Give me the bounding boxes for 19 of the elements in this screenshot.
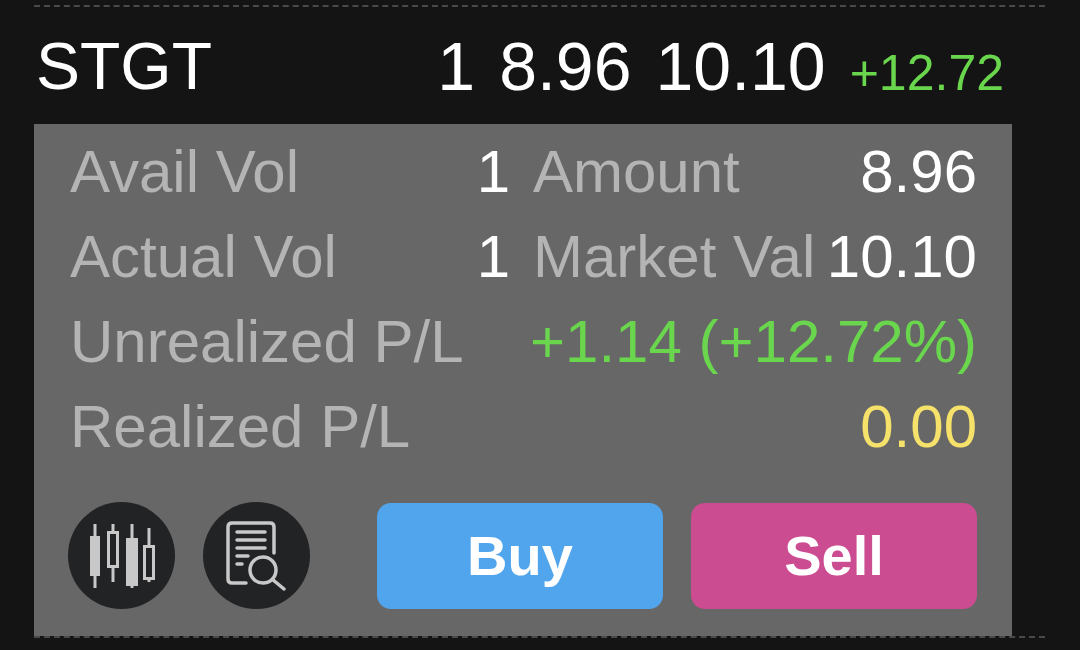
change-percent: +12.72: [849, 47, 1004, 98]
market-price: 10.10: [655, 31, 826, 100]
stock-symbol: STGT: [36, 32, 212, 99]
profit-loss-value: +1.14 (+12.72%): [530, 307, 977, 376]
field-value: 10.10: [826, 222, 977, 291]
field-label: Unrealized P/L: [70, 307, 464, 376]
position-quantity: 1: [437, 31, 476, 100]
profit-loss-value: 0.00: [860, 392, 977, 461]
field-label: Actual Vol: [70, 222, 337, 291]
field-label: Market Val: [533, 222, 816, 291]
field-value: 8.96: [860, 137, 977, 206]
sell-button[interactable]: Sell: [691, 502, 977, 609]
cost-price: 8.96: [499, 31, 632, 100]
field-label: Amount: [533, 137, 740, 206]
buy-button[interactable]: Buy: [377, 502, 663, 609]
field-value: 1: [476, 222, 510, 291]
field-label: Avail Vol: [70, 137, 300, 206]
field-label: Realized P/L: [70, 392, 411, 461]
field-value: 1: [476, 137, 510, 206]
